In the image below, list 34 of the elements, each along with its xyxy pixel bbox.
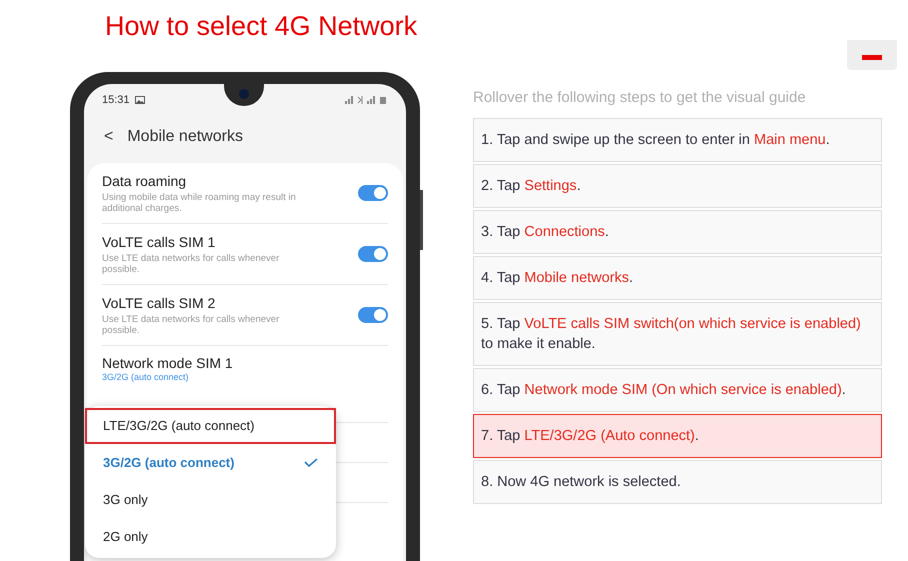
guide-step[interactable]: 3. Tap Connections. bbox=[473, 210, 882, 254]
toggle-switch[interactable] bbox=[358, 306, 388, 322]
setting-title: Data roaming bbox=[102, 172, 188, 190]
guide-step[interactable]: 4. Tap Mobile networks. bbox=[473, 256, 882, 300]
signal-icons bbox=[344, 95, 388, 106]
image-icon bbox=[134, 96, 145, 104]
toggle-switch[interactable] bbox=[358, 184, 388, 200]
dropdown-option[interactable]: 3G/2G (auto connect) bbox=[85, 445, 336, 481]
setting-title: VoLTE calls SIM 1 bbox=[102, 232, 216, 250]
setting-title: Network mode SIM 1 bbox=[102, 354, 234, 372]
bar-icon bbox=[862, 55, 882, 60]
guide-step[interactable]: 1. Tap and swipe up the screen to enter in Main menu. bbox=[473, 118, 882, 162]
setting-description: Use LTE data networks for calls whenever possible. bbox=[102, 252, 280, 274]
setting-description: Using mobile data while roaming may result in additional charges. bbox=[102, 192, 297, 214]
guide-step[interactable]: 7. Tap LTE/3G/2G (Auto connect). bbox=[473, 414, 882, 458]
page-title: How to select 4G Network bbox=[105, 10, 418, 43]
setting-description: Use LTE data networks for calls whenever possible. bbox=[102, 314, 280, 336]
status-time: 15:31 bbox=[102, 93, 130, 108]
dropdown-option[interactable]: 3G only bbox=[85, 482, 336, 518]
setting-value: 3G/2G (auto connect) bbox=[102, 372, 190, 382]
small-button[interactable] bbox=[847, 40, 897, 70]
screen-title: Mobile networks bbox=[127, 126, 243, 146]
guide-step[interactable]: 2. Tap Settings. bbox=[473, 164, 882, 208]
guide-intro: Rollover the following steps to get the visual guide bbox=[473, 88, 807, 108]
guide-step[interactable]: 6. Tap Network mode SIM (On which service is enabled). bbox=[473, 368, 882, 412]
toggle-switch[interactable] bbox=[358, 246, 388, 262]
back-arrow[interactable]: < bbox=[104, 124, 114, 148]
dropdown-option[interactable]: LTE/3G/2G (auto connect) bbox=[85, 408, 336, 444]
camera-notch-icon bbox=[224, 84, 264, 106]
check-icon bbox=[304, 458, 318, 468]
guide-step[interactable]: 8. Now 4G network is selected. bbox=[473, 460, 882, 504]
dropdown-option[interactable]: 2G only bbox=[85, 519, 336, 555]
guide-step[interactable]: 5. Tap VoLTE calls SIM switch(on which service is enabled) to make it enable. bbox=[473, 302, 882, 366]
setting-title: VoLTE calls SIM 2 bbox=[102, 294, 216, 312]
